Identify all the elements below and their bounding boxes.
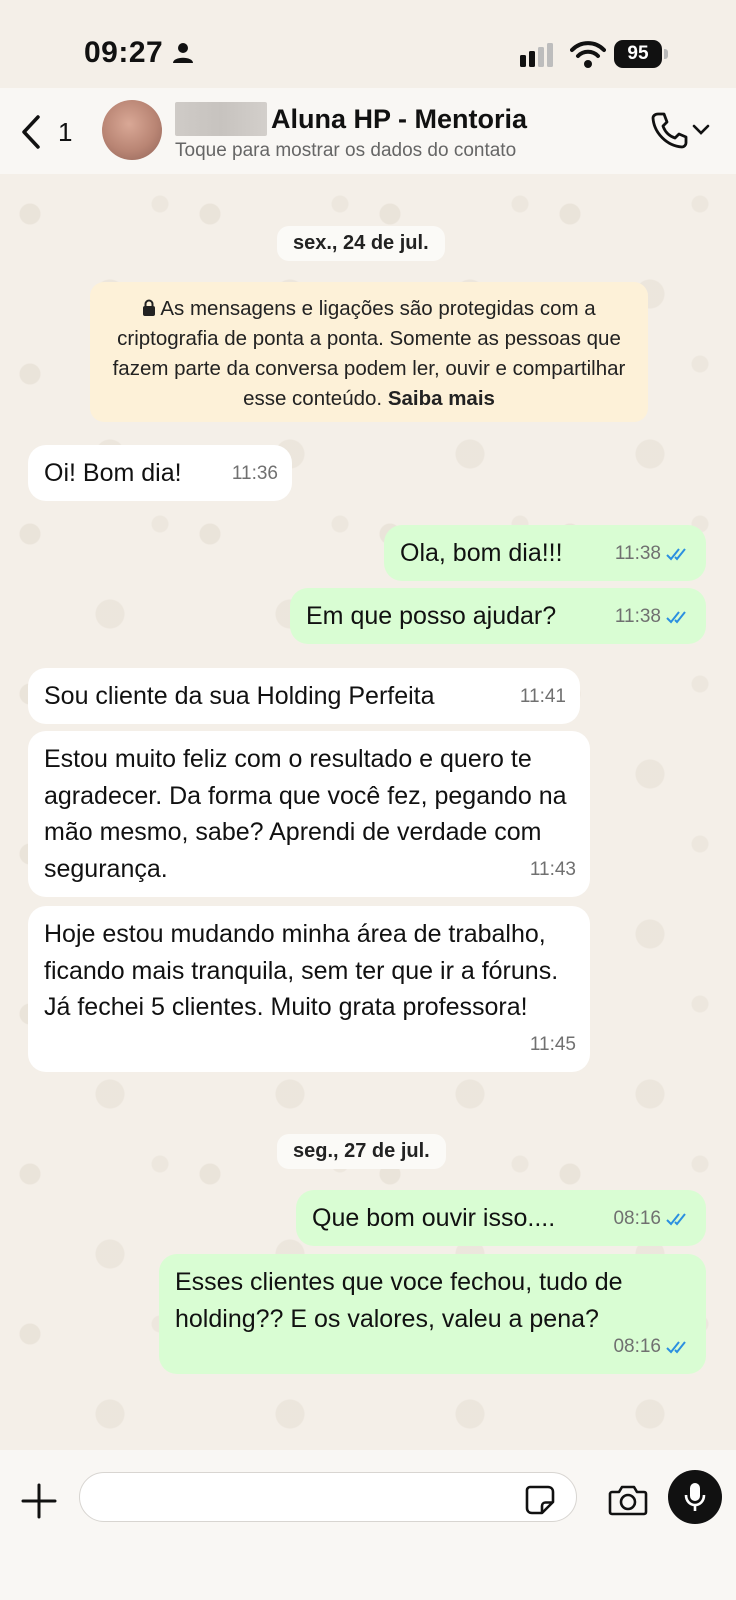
camera-icon[interactable] [608, 1484, 648, 1516]
time-label: 08:16 [613, 1335, 661, 1357]
message-time: 11:43 [530, 852, 576, 889]
back-icon [22, 115, 40, 149]
lock-icon [143, 299, 156, 316]
double-check-icon [666, 548, 686, 561]
time-label: 11:36 [231, 462, 278, 484]
message-time: 11:36 [232, 456, 278, 493]
message-text: Esses clientes que voce fechou, tudo de … [175, 1268, 623, 1333]
time-label: 08:16 [613, 1207, 661, 1229]
unread-count: 1 [58, 116, 73, 147]
mic-button[interactable] [668, 1470, 722, 1524]
contact-name: Aluna HP - Mentoria [271, 103, 528, 134]
message-time: 11:41 [520, 679, 566, 716]
message-text: Hoje estou mudando minha área de trabalh… [44, 920, 559, 1021]
message-bubble[interactable]: Em que posso ajudar? 11:38 [290, 588, 706, 644]
plus-icon[interactable] [20, 1482, 58, 1520]
time-label: 11:43 [529, 858, 576, 880]
call-button[interactable] [650, 110, 710, 150]
signal-icon [520, 43, 553, 67]
time-label: 11:38 [614, 605, 661, 627]
message-time: 08:16 [613, 1329, 692, 1366]
status-time: 09:27 [84, 36, 164, 69]
contact-subtitle: Toque para mostrar os dados do contato [175, 140, 517, 161]
message-time: 08:16 [613, 1201, 692, 1238]
learn-more-link[interactable]: Saiba mais [388, 387, 495, 410]
message-bubble[interactable]: Estou muito feliz com o resultado e quer… [28, 731, 590, 897]
back-button[interactable]: 1 [20, 114, 72, 150]
sticker-icon[interactable] [524, 1484, 556, 1516]
encryption-notice[interactable]: As mensagens e ligações são protegidas c… [90, 282, 648, 422]
date-divider: seg., 27 de jul. [277, 1134, 446, 1169]
redacted-name [175, 102, 267, 136]
message-time: 11:38 [615, 536, 692, 573]
time-label: 11:41 [519, 685, 566, 707]
battery-tip [664, 49, 668, 59]
double-check-icon [666, 1341, 686, 1354]
contact-info[interactable]: Aluna HP - Mentoria Toque para mostrar o… [175, 102, 605, 162]
time-label: 11:45 [529, 1033, 576, 1055]
battery-level: 95 [627, 43, 649, 64]
message-bubble[interactable]: Ola, bom dia!!! 11:38 [384, 525, 706, 581]
message-bubble[interactable]: Esses clientes que voce fechou, tudo de … [159, 1254, 706, 1374]
encryption-text: As mensagens e ligações são protegidas c… [112, 297, 626, 410]
chevron-down-icon [692, 124, 710, 135]
message-bubble[interactable]: Que bom ouvir isso.... 08:16 [296, 1190, 706, 1246]
double-check-icon [666, 1213, 686, 1226]
message-bubble[interactable]: Hoje estou mudando minha área de trabalh… [28, 906, 590, 1072]
wifi-icon [570, 41, 606, 68]
message-bubble[interactable]: Oi! Bom dia! 11:36 [28, 445, 292, 501]
battery-indicator: 95 [614, 40, 662, 68]
date-divider: sex., 24 de jul. [277, 226, 445, 261]
phone-icon [651, 112, 688, 149]
mic-icon [684, 1483, 706, 1511]
chat-header: 1 Aluna HP - Mentoria Toque para mostrar… [0, 88, 736, 174]
message-input[interactable] [79, 1472, 577, 1522]
status-bar: 09:27 95 [0, 0, 736, 100]
message-time: 11:45 [530, 1027, 576, 1064]
message-time: 11:38 [615, 599, 692, 636]
message-text: Estou muito feliz com o resultado e quer… [44, 745, 567, 883]
avatar[interactable] [102, 100, 162, 160]
message-bubble[interactable]: Sou cliente da sua Holding Perfeita 11:4… [28, 668, 580, 724]
message-composer [0, 1450, 736, 1600]
double-check-icon [666, 611, 686, 624]
person-icon [173, 43, 193, 63]
message-text: Sou cliente da sua Holding Perfeita [44, 682, 435, 710]
time-label: 11:38 [614, 542, 661, 564]
